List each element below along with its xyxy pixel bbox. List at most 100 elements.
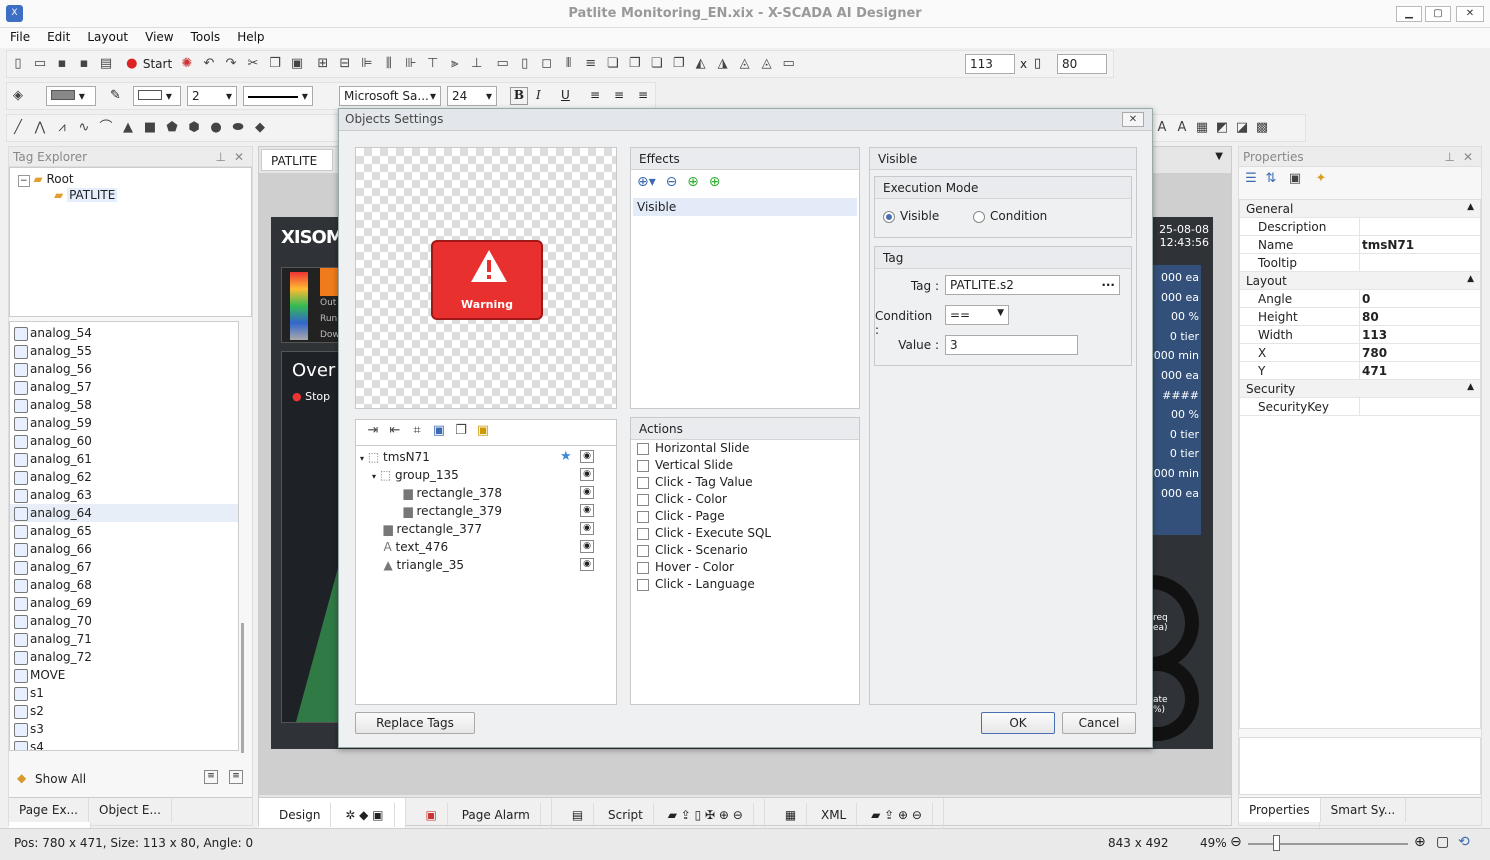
same-height-icon[interactable]: ▯	[517, 56, 533, 72]
align-bottom-icon[interactable]: ⊥	[469, 56, 485, 72]
text-tool-icon[interactable]: A	[1174, 120, 1190, 136]
action-item[interactable]: Vertical Slide	[633, 457, 857, 474]
distribute-h-icon[interactable]: ⫴	[561, 56, 577, 72]
object-tree-node[interactable]: A text_476 ◉	[356, 538, 614, 556]
width-input[interactable]: 113	[965, 54, 1015, 74]
tag-browse-icon[interactable]: ···	[1101, 278, 1115, 292]
replace-tags-button[interactable]: Replace Tags	[355, 712, 475, 734]
tab-page-explorer[interactable]: Page Ex...	[9, 798, 89, 822]
line-style-select[interactable]: ▾	[243, 86, 313, 106]
action-checkbox[interactable]	[637, 493, 649, 506]
chart-tool-icon[interactable]: ◩	[1214, 120, 1230, 136]
rotate-icon[interactable]: ◬	[737, 56, 753, 72]
action-item[interactable]: Click - Scenario	[633, 542, 857, 559]
ellipse-tool-icon[interactable]: ⬬	[230, 120, 246, 136]
add-effect-icon[interactable]: ⊕▾	[637, 174, 656, 190]
image-icon[interactable]: ▣	[431, 423, 447, 439]
object-tree-node[interactable]: ▾ ⬚ tmsN71 ◉ ★	[356, 448, 614, 466]
underline-button[interactable]: U	[561, 88, 570, 102]
tab-xml[interactable]: ▦ XML ▰ ⇪ ⊕ ⊖	[765, 798, 944, 832]
property-row[interactable]: Y 471	[1240, 362, 1480, 380]
undo-icon[interactable]: ↶	[201, 56, 217, 72]
tag-item[interactable]: analog_70	[10, 612, 238, 630]
property-category[interactable]: General ▲	[1240, 200, 1480, 218]
diamond-tool-icon[interactable]: ◆	[252, 120, 268, 136]
action-item[interactable]: Click - Color	[633, 491, 857, 508]
circle-tool-icon[interactable]: ●	[208, 120, 224, 136]
category-collapse-icon[interactable]: ▲	[1467, 202, 1474, 212]
expand-all-icon[interactable]: ≡	[204, 770, 218, 784]
menu-file[interactable]: File	[0, 28, 37, 44]
print-icon[interactable]: ▤	[98, 56, 114, 72]
zoom-slider-thumb[interactable]	[1273, 835, 1280, 851]
polygon-line-icon[interactable]: ⩘	[54, 120, 70, 136]
tag-item[interactable]: analog_71	[10, 630, 238, 648]
move-up-icon[interactable]: ⊕	[709, 174, 721, 190]
action-item[interactable]: Hover - Color	[633, 559, 857, 576]
open-icon[interactable]: ▭	[32, 56, 48, 72]
object-tree-node[interactable]: ▆ rectangle_377 ◉	[356, 520, 614, 538]
tag-item[interactable]: analog_55	[10, 342, 238, 360]
tag-item[interactable]: analog_62	[10, 468, 238, 486]
tab-smart-symbol[interactable]: Smart Sy...	[1321, 798, 1407, 822]
gauge-tool-icon[interactable]: ▩	[1254, 120, 1270, 136]
action-checkbox[interactable]	[637, 578, 649, 591]
debug-icon[interactable]: ✺	[179, 56, 195, 72]
tag-item[interactable]: analog_56	[10, 360, 238, 378]
bold-button[interactable]: B	[510, 87, 528, 105]
tree-expand-icon[interactable]: ▾	[360, 454, 364, 463]
property-value[interactable]: 780	[1362, 346, 1387, 360]
flip-h-icon[interactable]: ◭	[693, 56, 709, 72]
action-item[interactable]: Click - Language	[633, 576, 857, 593]
property-value[interactable]: tmsN71	[1362, 238, 1414, 252]
menu-tools[interactable]: Tools	[181, 28, 228, 44]
object-tree-node[interactable]: ▾ ⬚ group_135 ◉	[356, 466, 614, 484]
property-value[interactable]: 0	[1362, 292, 1370, 306]
property-value[interactable]: 471	[1362, 364, 1387, 378]
doc-tab-patlite[interactable]: PATLITE	[261, 149, 333, 171]
tag-item[interactable]: s4	[10, 738, 238, 750]
flip-v-icon[interactable]: ◮	[715, 56, 731, 72]
object-tree-node[interactable]: ▆ rectangle_379 ◉	[356, 502, 614, 520]
pentagon-tool-icon[interactable]: ⬟	[164, 120, 180, 136]
fill-color-select[interactable]: ▾	[46, 86, 96, 106]
menu-layout[interactable]: Layout	[77, 28, 135, 44]
menu-help[interactable]: Help	[227, 28, 271, 44]
action-checkbox[interactable]	[637, 544, 649, 557]
pen-icon[interactable]: ✎	[110, 88, 121, 103]
zoom-slider[interactable]	[1248, 843, 1408, 845]
action-checkbox[interactable]	[637, 527, 649, 540]
tag-item[interactable]: analog_72	[10, 648, 238, 666]
tag-item[interactable]: analog_69	[10, 594, 238, 612]
sort-az-icon[interactable]: ⇅	[1263, 171, 1279, 187]
category-collapse-icon[interactable]: ▲	[1467, 382, 1474, 392]
hexagon-tool-icon[interactable]: ⬢	[186, 120, 202, 136]
distribute-v-icon[interactable]: ≡	[583, 56, 599, 72]
indent-icon[interactable]: ⇥	[365, 423, 381, 439]
height-input[interactable]: 80	[1057, 54, 1107, 74]
property-row[interactable]: Tooltip	[1240, 254, 1480, 272]
property-row[interactable]: Angle 0	[1240, 290, 1480, 308]
tag-item[interactable]: s2	[10, 702, 238, 720]
align-top-icon[interactable]: ⊤	[425, 56, 441, 72]
text-align-center-icon[interactable]: ≡	[614, 88, 624, 102]
menu-edit[interactable]: Edit	[37, 28, 77, 44]
radio-visible[interactable]: Visible	[883, 209, 939, 223]
save-icon[interactable]: ▪	[54, 56, 70, 72]
value-field-input[interactable]: 3	[945, 335, 1078, 355]
object-tree-node[interactable]: ▆ rectangle_378 ◉	[356, 484, 614, 502]
rectangle-tool-icon[interactable]: ■	[142, 120, 158, 136]
start-icon[interactable]: ●	[124, 56, 140, 72]
menu-view[interactable]: View	[135, 28, 180, 44]
line-width-select[interactable]: 2 ▾	[187, 86, 237, 106]
filter-icon[interactable]: ⌗	[409, 423, 425, 439]
tag-item[interactable]: analog_59	[10, 414, 238, 432]
paste-object-icon[interactable]: ▣	[475, 423, 491, 439]
rotate2-icon[interactable]: ◬	[759, 56, 775, 72]
same-size-icon[interactable]: ◻	[539, 56, 555, 72]
visibility-eye-icon[interactable]: ◉	[580, 450, 594, 463]
font-family-select[interactable]: Microsoft Sa... ▾	[339, 86, 441, 106]
bring-front-icon[interactable]: ❏	[605, 56, 621, 72]
align-left-icon[interactable]: ⊫	[359, 56, 375, 72]
tag-item[interactable]: analog_66	[10, 540, 238, 558]
